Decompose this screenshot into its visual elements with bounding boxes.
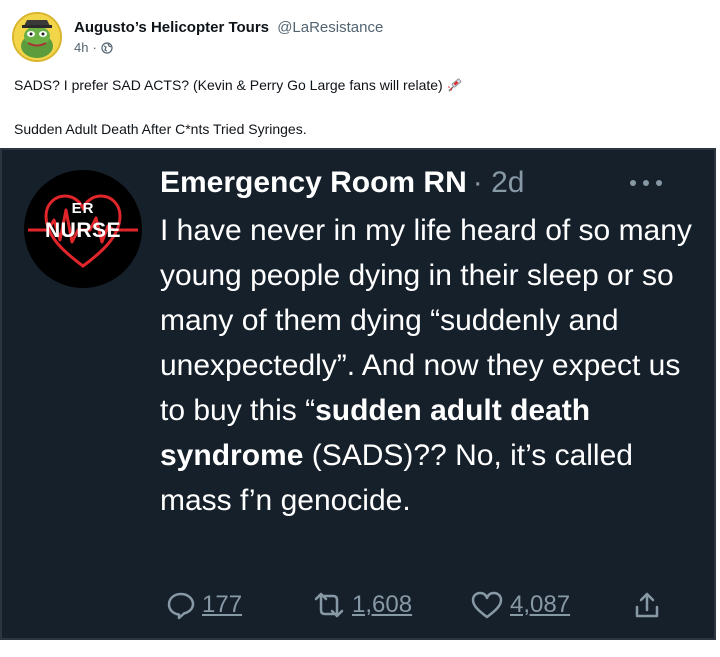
post-time-line: 4h · — [74, 40, 383, 55]
post-text-line-2: Sudden Adult Death After C*nts Tried Syr… — [14, 121, 307, 137]
syringe-emoji-icon — [447, 78, 463, 96]
like-count[interactable]: 4,087 — [510, 591, 570, 619]
more-dots-icon[interactable] — [628, 178, 664, 188]
author-display-name[interactable]: Augusto’s Helicopter Tours — [74, 19, 269, 36]
embedded-tweet-actions: 177 1,608 4,087 — [160, 590, 680, 626]
separator-dot: · — [92, 40, 97, 55]
reply-icon[interactable] — [166, 590, 196, 620]
frog-avatar-image — [14, 14, 60, 60]
embedded-tweet-time[interactable]: · 2d — [473, 166, 525, 199]
share-icon[interactable] — [632, 590, 662, 620]
reply-count[interactable]: 177 — [202, 591, 242, 619]
author-avatar[interactable] — [12, 12, 62, 62]
retweet-action[interactable]: 1,608 — [312, 590, 412, 620]
like-action[interactable]: 4,087 — [470, 590, 570, 620]
author-handle[interactable]: @LaResistance — [277, 19, 383, 36]
post-text-line-1: SADS? I prefer SAD ACTS? (Kevin & Perry … — [14, 76, 463, 96]
retweet-icon[interactable] — [312, 590, 346, 620]
embedded-tweet-body: I have never in my life heard of so many… — [160, 208, 700, 523]
er-nurse-avatar[interactable]: ER NURSE — [24, 170, 142, 288]
embedded-tweet-header: Emergency Room RN · 2d — [160, 164, 524, 202]
reply-action[interactable]: 177 — [166, 590, 242, 620]
heart-icon[interactable] — [470, 590, 504, 620]
er-avatar-top-text: ER — [71, 200, 95, 217]
post-time[interactable]: 4h — [74, 40, 88, 55]
post-meta: Augusto’s Helicopter Tours @LaResistance… — [74, 18, 383, 55]
er-avatar-bottom-text: NURSE — [44, 219, 121, 242]
retweet-count[interactable]: 1,608 — [352, 591, 412, 619]
globe-icon — [101, 41, 113, 54]
embedded-tweet-image[interactable]: ER NURSE Emergency Room RN · 2d I have ne… — [0, 148, 716, 640]
share-action[interactable] — [632, 590, 662, 620]
post-header: Augusto’s Helicopter Tours @LaResistance… — [12, 12, 383, 62]
author-line: Augusto’s Helicopter Tours @LaResistance — [74, 18, 383, 38]
post-text-line-1-text: SADS? I prefer SAD ACTS? (Kevin & Perry … — [14, 77, 443, 93]
embedded-author-name[interactable]: Emergency Room RN — [160, 166, 467, 199]
